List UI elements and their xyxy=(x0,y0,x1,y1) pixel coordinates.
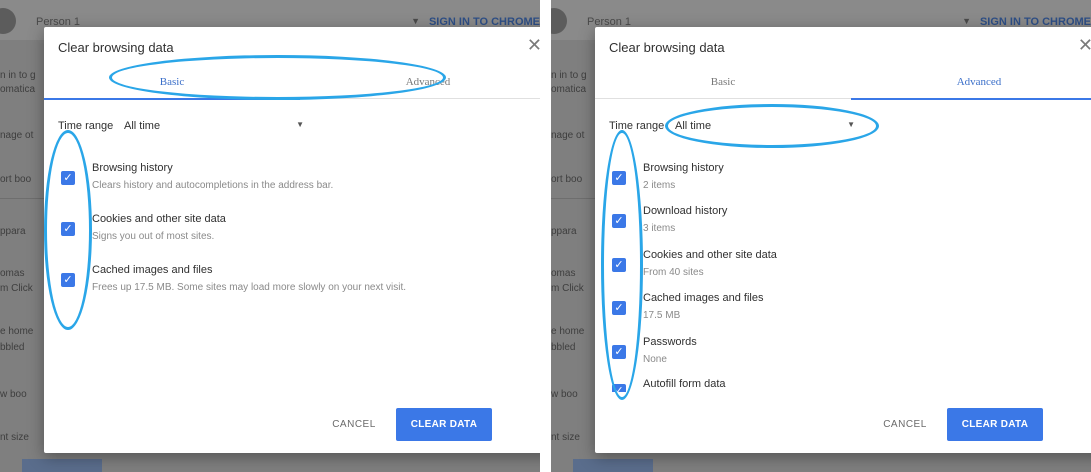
side-text: nage ot xyxy=(0,130,34,141)
tab-bar: Basic Advanced xyxy=(44,67,540,100)
close-icon[interactable]: ✕ xyxy=(527,35,540,56)
option-description: 17.5 MB xyxy=(643,310,681,321)
side-text: e home xyxy=(0,326,34,337)
checkmark-icon[interactable]: ✓ xyxy=(612,345,626,359)
clear-data-button[interactable]: CLEAR DATA xyxy=(396,408,492,441)
option-title: Cached images and files xyxy=(92,264,213,276)
checkmark-icon[interactable]: ✓ xyxy=(61,222,75,236)
option-description: 2 items xyxy=(643,180,676,191)
option-description: Signs you out of most sites. xyxy=(92,231,215,242)
option-cookies: ✓ Cookies and other site data Signs you … xyxy=(58,213,528,253)
chevron-down-icon: ▼ xyxy=(296,120,304,129)
clear-browsing-data-dialog: Clear browsing data ✕ Basic Advanced Tim… xyxy=(595,27,1091,453)
option-description: From 40 sites xyxy=(643,267,704,278)
side-text: bbled xyxy=(551,342,576,353)
option-title: Cached images and files xyxy=(643,292,764,304)
side-text: nage ot xyxy=(551,130,585,141)
background-link xyxy=(573,459,653,472)
clear-data-button[interactable]: CLEAR DATA xyxy=(947,408,1043,441)
option-description: None xyxy=(643,354,667,365)
side-text: e home xyxy=(551,326,585,337)
option-autofill: ✓ Autofill form data xyxy=(609,378,1079,392)
side-text: ppara xyxy=(551,226,577,237)
side-text: nt size xyxy=(551,432,580,443)
side-text: ort boo xyxy=(0,174,32,185)
side-text: omatica xyxy=(0,84,36,95)
time-range-value: All time xyxy=(675,120,712,132)
option-download-history: ✓ Download history 3 items xyxy=(609,205,1079,245)
option-browsing-history: ✓ Browsing history Clears history and au… xyxy=(58,162,528,202)
option-title: Cookies and other site data xyxy=(92,213,226,225)
option-cached-images: ✓ Cached images and files Frees up 17.5 … xyxy=(58,264,528,304)
checkmark-icon[interactable]: ✓ xyxy=(61,273,75,287)
side-text: omas xyxy=(0,268,25,279)
checkmark-icon[interactable]: ✓ xyxy=(612,214,626,228)
tab-basic[interactable]: Basic xyxy=(595,67,851,98)
close-icon[interactable]: ✕ xyxy=(1078,35,1091,56)
checkmark-icon[interactable]: ✓ xyxy=(612,384,626,392)
dialog-title: Clear browsing data xyxy=(609,40,725,55)
chevron-down-icon: ▼ xyxy=(962,16,971,26)
option-title: Cookies and other site data xyxy=(643,249,777,261)
clear-browsing-data-dialog: Clear browsing data ✕ Basic Advanced Tim… xyxy=(44,27,540,453)
option-browsing-history: ✓ Browsing history 2 items xyxy=(609,162,1079,202)
side-text: n in to g xyxy=(0,70,36,81)
time-range-value: All time xyxy=(124,120,161,132)
tab-advanced[interactable]: Advanced xyxy=(300,67,540,98)
option-title: Autofill form data xyxy=(643,378,726,390)
side-text: w boo xyxy=(0,389,27,400)
option-passwords: ✓ Passwords None xyxy=(609,336,1079,376)
cancel-button[interactable]: CANCEL xyxy=(865,409,945,439)
time-range-dropdown[interactable]: All time ▼ xyxy=(124,115,304,137)
option-cached-images: ✓ Cached images and files 17.5 MB xyxy=(609,292,1079,332)
side-text: ort boo xyxy=(551,174,583,185)
side-text: bbled xyxy=(0,342,25,353)
option-description: Clears history and autocompletions in th… xyxy=(92,180,334,191)
option-title: Passwords xyxy=(643,336,697,348)
screenshot-panel-advanced: Person 1 ▼ SIGN IN TO CHROME n in to g o… xyxy=(551,0,1091,472)
tab-basic[interactable]: Basic xyxy=(44,67,300,100)
cancel-button[interactable]: CANCEL xyxy=(314,409,394,439)
checkmark-icon[interactable]: ✓ xyxy=(61,171,75,185)
chevron-down-icon: ▼ xyxy=(847,120,855,129)
option-title: Download history xyxy=(643,205,728,217)
checkmark-icon[interactable]: ✓ xyxy=(612,258,626,272)
side-text: nt size xyxy=(0,432,29,443)
option-cookies: ✓ Cookies and other site data From 40 si… xyxy=(609,249,1079,289)
screenshot-panel-basic: Person 1 ▼ SIGN IN TO CHROME n in to g o… xyxy=(0,0,540,472)
option-description: Frees up 17.5 MB. Some sites may load mo… xyxy=(92,282,407,293)
side-text: omatica xyxy=(551,84,587,95)
side-text: m Click xyxy=(0,283,33,294)
side-text: m Click xyxy=(551,283,584,294)
background-link xyxy=(22,459,102,472)
option-title: Browsing history xyxy=(643,162,724,174)
time-range-dropdown[interactable]: All time ▼ xyxy=(675,115,855,137)
tab-bar: Basic Advanced xyxy=(595,67,1091,100)
side-text: ppara xyxy=(0,226,26,237)
option-description: 3 items xyxy=(643,223,676,234)
dialog-title: Clear browsing data xyxy=(58,40,174,55)
checkmark-icon[interactable]: ✓ xyxy=(612,301,626,315)
tab-advanced[interactable]: Advanced xyxy=(851,67,1091,100)
option-title: Browsing history xyxy=(92,162,173,174)
chevron-down-icon: ▼ xyxy=(411,16,420,26)
side-text: n in to g xyxy=(551,70,587,81)
time-range-label: Time range xyxy=(609,120,665,132)
time-range-label: Time range xyxy=(58,120,114,132)
side-text: w boo xyxy=(551,389,578,400)
checkmark-icon[interactable]: ✓ xyxy=(612,171,626,185)
side-text: omas xyxy=(551,268,576,279)
